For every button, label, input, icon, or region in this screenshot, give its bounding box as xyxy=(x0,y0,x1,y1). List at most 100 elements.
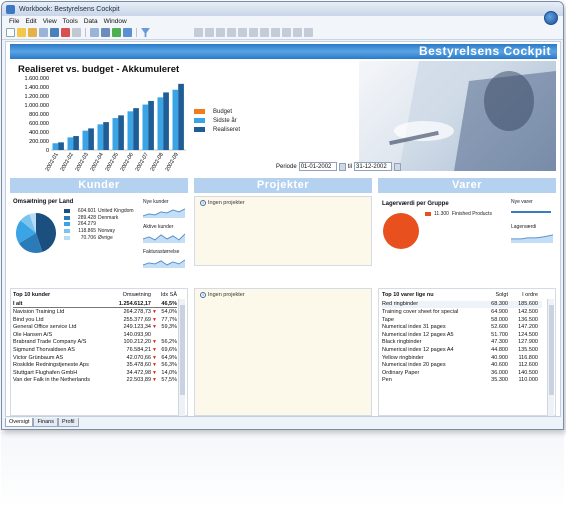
bar-last-year[interactable] xyxy=(112,118,119,150)
expand-icon[interactable] xyxy=(249,28,258,37)
bar-actual[interactable] xyxy=(88,128,94,150)
item-sold: 58.000 xyxy=(491,316,508,323)
inventory-value-sparkline xyxy=(511,234,553,243)
item-name: Numerical index 20 pages xyxy=(382,362,446,369)
items-scrollbar[interactable] xyxy=(547,299,554,416)
sort-desc-icon[interactable] xyxy=(205,28,214,37)
calendar-icon[interactable] xyxy=(338,162,346,171)
bar-last-year[interactable] xyxy=(82,130,89,150)
tab-finans[interactable]: Finans xyxy=(33,418,58,427)
bar-last-year[interactable] xyxy=(157,97,164,150)
bar-last-year[interactable] xyxy=(127,111,134,150)
pie-legend-country: Øvrige xyxy=(98,234,113,241)
table-row[interactable]: Yellow ringbinder 40.900 116.800 xyxy=(382,354,542,362)
bar-last-year[interactable] xyxy=(67,137,74,150)
table-row[interactable]: Bind you Ltd 255.377,69 ▼ 77,7% xyxy=(13,316,177,324)
table-row[interactable]: Numerical index 31 pages 52.600 147.200 xyxy=(382,323,542,331)
bar-actual[interactable] xyxy=(133,108,139,150)
customer-index: 64,9% xyxy=(161,354,177,361)
outdent-icon[interactable] xyxy=(227,28,236,37)
sort-asc-icon[interactable] xyxy=(194,28,203,37)
table-row[interactable]: General Office service Ltd 249.123,34 ▼ 59,… xyxy=(13,323,177,331)
toolbar-separator xyxy=(85,28,86,37)
customer-index: 57,5% xyxy=(161,377,177,384)
bar-actual[interactable] xyxy=(58,142,64,150)
active-customers-sparkline xyxy=(143,233,185,243)
tab-oversigt[interactable]: Oversigt xyxy=(5,418,34,427)
table-row[interactable]: Navision Training Ltd 264.278,73 ▼ 54,0% xyxy=(13,308,177,316)
bar-last-year[interactable] xyxy=(172,89,179,150)
customers-scrollbar[interactable] xyxy=(178,299,185,416)
bar-actual[interactable] xyxy=(73,136,79,150)
menu-edit[interactable]: Edit xyxy=(25,18,36,25)
legend-swatch xyxy=(64,229,70,234)
chart-icon[interactable] xyxy=(282,28,291,37)
table-row[interactable]: Sigmund Thorvaldsen AS 76.584,21 ▼ 69,6% xyxy=(13,346,177,354)
trend-down-icon: ▼ xyxy=(152,362,157,369)
table-row[interactable]: Ole Hansen A/S 140.093,90 xyxy=(13,331,177,339)
menu-tools[interactable]: Tools xyxy=(63,18,78,25)
y-tick-label: 400.000 xyxy=(29,130,49,136)
bar-actual[interactable] xyxy=(163,92,169,150)
table-row[interactable]: Red ringbinder 68.300 185.600 xyxy=(382,300,542,309)
sync-icon[interactable] xyxy=(123,28,132,37)
table-row[interactable]: Numerical index 20 pages 40.600 112.600 xyxy=(382,361,542,369)
table-row[interactable]: Pen 35.300 110.000 xyxy=(382,377,542,385)
folder-icon[interactable] xyxy=(28,28,37,37)
preview-icon[interactable] xyxy=(72,28,81,37)
period-to-label: til xyxy=(347,163,353,170)
period-to-input[interactable]: 31-12-2002 xyxy=(354,162,393,171)
options-icon[interactable] xyxy=(304,28,313,37)
period-from-input[interactable]: 01-01-2002 xyxy=(298,162,337,171)
bar-last-year[interactable] xyxy=(97,124,104,150)
table-row[interactable]: Van der Falk in the Netherlands 22.503,89… xyxy=(13,377,177,385)
menu-view[interactable]: View xyxy=(43,18,57,25)
spark-label: Aktive kunder xyxy=(143,224,174,230)
open-icon[interactable] xyxy=(17,28,26,37)
projects-note: i Ingen projekter xyxy=(200,292,245,298)
table-row[interactable]: Victor Grünbaum AS 42.070,66 ▼ 64,9% xyxy=(13,354,177,362)
table-row[interactable]: Numerical index 12 pages A5 51.700 124.500 xyxy=(382,331,542,339)
window-title: Workbook: Bestyrelsens Cockpit xyxy=(19,5,120,13)
table-row[interactable]: Ordinary Paper 36.000 140.500 xyxy=(382,369,542,377)
customer-name: Brabrand Trade Company A/S xyxy=(13,339,87,346)
tab-profil[interactable]: Profil xyxy=(58,418,79,427)
table-row[interactable]: Stuttgart Flughafen GmbH 34.472,98 ▼ 14,0% xyxy=(13,369,177,377)
align-icon[interactable] xyxy=(238,28,247,37)
bar-actual[interactable] xyxy=(148,100,154,150)
bar-actual[interactable] xyxy=(178,83,184,150)
collapse-icon[interactable] xyxy=(260,28,269,37)
customer-revenue: 76.584,21 xyxy=(126,346,151,353)
pie-legend: 604.601 United Kingdom 289.428 Denmark 264.2… xyxy=(64,208,134,241)
customer-revenue: 22.503,89 xyxy=(126,377,151,384)
copy-icon[interactable] xyxy=(90,28,99,37)
bar-actual[interactable] xyxy=(118,115,124,150)
table-row[interactable]: Brabrand Trade Company A/S 100.212,20 ▼ 56,… xyxy=(13,339,177,347)
table-icon[interactable] xyxy=(293,28,302,37)
menu-window[interactable]: Window xyxy=(104,18,127,25)
menu-file[interactable]: File xyxy=(9,18,19,25)
menu-data[interactable]: Data xyxy=(84,18,98,25)
table-row[interactable]: Tape 58.000 136.500 xyxy=(382,316,542,324)
filter-icon[interactable] xyxy=(141,28,150,37)
bar-last-year[interactable] xyxy=(142,104,149,150)
customer-index: 69,6% xyxy=(161,346,177,353)
table-row[interactable]: Black ringbinder 47.300 127.900 xyxy=(382,339,542,347)
print-icon[interactable] xyxy=(39,28,48,37)
table-row[interactable]: Training cover sheet for special 64.900 14… xyxy=(382,308,542,316)
bar-actual[interactable] xyxy=(103,122,109,150)
save-icon[interactable] xyxy=(50,28,59,37)
calendar-icon[interactable] xyxy=(394,162,402,171)
indent-icon[interactable] xyxy=(216,28,225,37)
layout-icon[interactable] xyxy=(101,28,110,37)
refresh-icon[interactable] xyxy=(112,28,121,37)
drill-icon[interactable] xyxy=(271,28,280,37)
pdf-icon[interactable] xyxy=(61,28,70,37)
table-row[interactable]: Roskilde Redningstjeneste Aps 35.478,60 ▼ 5… xyxy=(13,361,177,369)
table-row[interactable]: I alt 1.254.612,17 46,5% xyxy=(13,301,177,309)
new-icon[interactable] xyxy=(6,28,15,37)
bar-last-year[interactable] xyxy=(52,143,59,150)
item-ordered: 110.000 xyxy=(518,377,538,384)
spark-label: Nye kunder xyxy=(143,199,169,205)
table-row[interactable]: Numerical index 12 pages A4 44.800 135.500 xyxy=(382,346,542,354)
